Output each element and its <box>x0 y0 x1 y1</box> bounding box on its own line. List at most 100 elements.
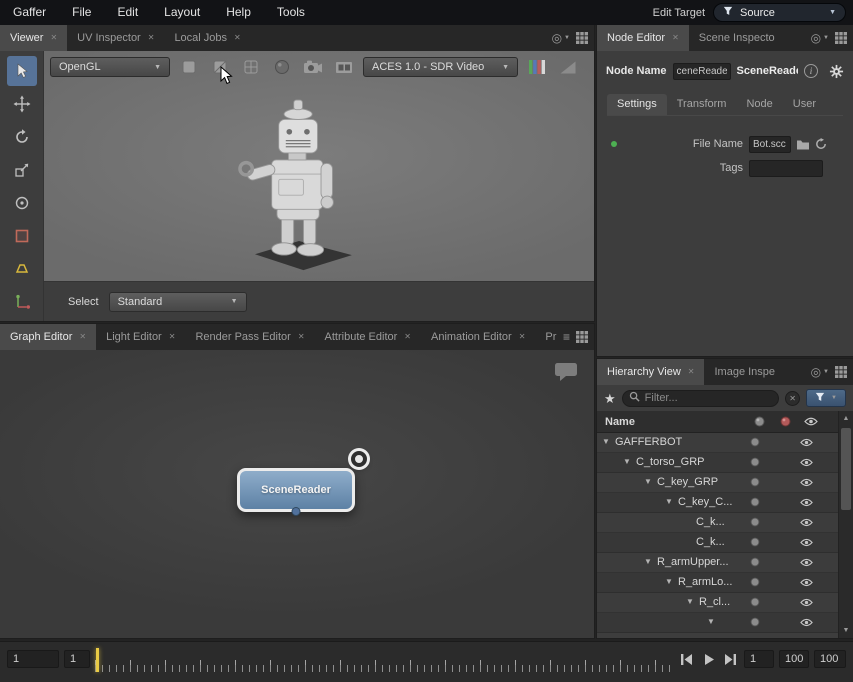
expander-icon[interactable]: ▼ <box>623 458 631 466</box>
menu-tools[interactable]: Tools <box>264 0 318 25</box>
editor-focus-menu-icon[interactable]: ◎ ▼ <box>811 31 829 45</box>
tab-viewer[interactable]: Viewer ✕ <box>0 25 67 51</box>
expander-icon[interactable]: ▼ <box>602 438 610 446</box>
tree-row[interactable]: C_k... <box>597 533 838 553</box>
scroll-down-icon[interactable]: ▼ <box>839 624 853 637</box>
select-mode-dropdown[interactable]: Standard ▼ <box>109 292 247 312</box>
tree-row[interactable]: ▼ C_torso_GRP <box>597 453 838 473</box>
visibility-eye-icon[interactable] <box>800 558 813 570</box>
expander-icon[interactable]: ▼ <box>665 578 673 586</box>
light-tool-button[interactable] <box>7 254 37 284</box>
close-icon[interactable]: ✕ <box>298 333 305 341</box>
menu-help[interactable]: Help <box>213 0 264 25</box>
tab-attribute-editor[interactable]: Attribute Editor ✕ <box>315 324 421 350</box>
visibility-eye-icon[interactable] <box>800 518 813 530</box>
bookmarks-star-icon[interactable]: ★ <box>604 392 616 405</box>
tab-local-jobs[interactable]: Local Jobs ✕ <box>164 25 250 51</box>
file-name-input[interactable] <box>749 136 791 153</box>
color-channels-icon[interactable] <box>525 56 549 78</box>
shading-textured-icon[interactable] <box>208 56 232 78</box>
refresh-icon[interactable] <box>815 138 827 150</box>
annotation-bubble-icon[interactable] <box>554 362 578 385</box>
renderer-dropdown[interactable]: OpenGL ▼ <box>50 57 170 77</box>
graph-canvas[interactable]: SceneReader <box>0 350 594 638</box>
expander-icon[interactable]: ▼ <box>644 478 652 486</box>
filter-search-box[interactable] <box>622 390 779 407</box>
subtab-settings[interactable]: Settings <box>607 94 667 115</box>
timeline-frame-field[interactable] <box>744 650 774 668</box>
info-icon[interactable]: i <box>804 64 818 78</box>
tab-light-editor[interactable]: Light Editor ✕ <box>96 324 185 350</box>
close-icon[interactable]: ✕ <box>672 34 679 42</box>
edit-target-dropdown[interactable]: Source ▼ <box>713 3 846 22</box>
close-icon[interactable]: ✕ <box>519 333 526 341</box>
visibility-eye-icon[interactable] <box>800 578 813 590</box>
render-pass-icon[interactable] <box>332 56 356 78</box>
tree-row[interactable]: ▼ R_armUpper... <box>597 553 838 573</box>
visibility-eye-icon[interactable] <box>800 498 813 510</box>
tree-row[interactable]: ▼ C_key_GRP <box>597 473 838 493</box>
shading-wireframe-icon[interactable] <box>239 56 263 78</box>
tab-graph-editor[interactable]: Graph Editor ✕ <box>0 324 96 350</box>
expander-icon[interactable]: ▼ <box>686 598 694 606</box>
folder-browse-icon[interactable] <box>796 139 810 150</box>
filter-input[interactable] <box>645 392 772 404</box>
shading-solid-icon[interactable] <box>177 56 201 78</box>
expander-icon[interactable]: ▼ <box>644 558 652 566</box>
scrollbar-thumb[interactable] <box>841 428 851 510</box>
tab-scene-inspector[interactable]: Scene Inspecto <box>689 25 785 51</box>
close-icon[interactable]: ✕ <box>50 34 57 42</box>
tab-overflow-menu-icon[interactable]: ≡ <box>563 330 570 344</box>
menu-file[interactable]: File <box>59 0 104 25</box>
tree-row[interactable]: ▼ C_key_C... <box>597 493 838 513</box>
timeline-ruler[interactable] <box>95 648 673 672</box>
tree-row[interactable]: ▼ R_armLo... <box>597 573 838 593</box>
expander-icon[interactable]: ▼ <box>707 618 715 626</box>
tab-hierarchy-view[interactable]: Hierarchy View ✕ <box>597 359 704 385</box>
menu-layout[interactable]: Layout <box>151 0 213 25</box>
menu-gaffer[interactable]: Gaffer <box>0 0 59 25</box>
tab-render-pass-editor[interactable]: Render Pass Editor ✕ <box>185 324 314 350</box>
tags-input[interactable] <box>749 160 823 177</box>
crop-window-tool-button[interactable] <box>7 221 37 251</box>
scroll-up-icon[interactable]: ▲ <box>839 412 853 425</box>
close-icon[interactable]: ✕ <box>404 333 411 341</box>
timeline-current-field[interactable] <box>64 650 90 668</box>
subtab-node[interactable]: Node <box>736 94 782 115</box>
timeline-end-field[interactable] <box>779 650 809 668</box>
visibility-eye-icon[interactable] <box>800 538 813 550</box>
viewport-3d[interactable] <box>44 51 594 281</box>
filter-mode-dropdown[interactable]: ▼ <box>806 389 846 407</box>
shading-points-icon[interactable] <box>270 56 294 78</box>
exposure-wedge-icon[interactable] <box>556 56 580 78</box>
tab-uv-inspector[interactable]: UV Inspector ✕ <box>67 25 164 51</box>
play-icon[interactable] <box>700 651 717 668</box>
visibility-eye-icon[interactable] <box>800 438 813 450</box>
scene-reader-node[interactable]: SceneReader <box>237 468 355 512</box>
tree-row[interactable]: ▼ R_cl... <box>597 593 838 613</box>
layout-menu-icon[interactable] <box>576 32 588 44</box>
transform-axes-tool-button[interactable] <box>7 287 37 317</box>
close-icon[interactable]: ✕ <box>234 34 241 42</box>
subtab-transform[interactable]: Transform <box>667 94 737 115</box>
expander-icon[interactable]: ▼ <box>665 498 673 506</box>
tree-row[interactable]: ▼ GAFFERBOT <box>597 433 838 453</box>
editor-focus-menu-icon[interactable]: ◎ ▼ <box>811 365 829 379</box>
tree-row[interactable]: ▼ <box>597 613 838 633</box>
visibility-eye-icon[interactable] <box>800 618 813 630</box>
close-icon[interactable]: ✕ <box>169 333 176 341</box>
camera-tool-button[interactable] <box>7 188 37 218</box>
visibility-eye-icon[interactable] <box>800 458 813 470</box>
translate-tool-button[interactable] <box>7 89 37 119</box>
close-icon[interactable]: ✕ <box>148 34 155 42</box>
skip-to-end-icon[interactable] <box>722 651 739 668</box>
select-tool-button[interactable] <box>7 56 37 86</box>
layout-menu-icon[interactable] <box>835 32 847 44</box>
tab-image-inspector[interactable]: Image Inspe <box>704 359 785 385</box>
close-icon[interactable]: ✕ <box>688 368 695 376</box>
subtab-user[interactable]: User <box>783 94 826 115</box>
rotate-tool-button[interactable] <box>7 122 37 152</box>
timeline-start-field[interactable] <box>7 650 59 668</box>
editor-focus-menu-icon[interactable]: ◎ ▼ <box>552 31 570 45</box>
playhead[interactable] <box>96 648 99 672</box>
